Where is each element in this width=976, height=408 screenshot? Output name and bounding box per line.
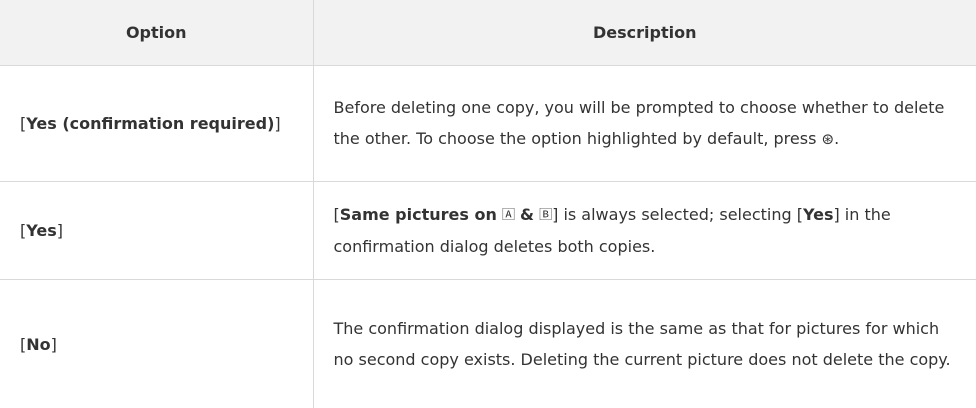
table-row: [Yes (confirmation required)] Before del… [0, 66, 976, 182]
table-row: [Yes] [Same pictures on 🄰 & 🄱] is always… [0, 182, 976, 280]
description-cell: Before deleting one copy, you will be pr… [313, 66, 976, 182]
option-yes: Yes [26, 221, 57, 240]
option-no: No [26, 335, 50, 354]
option-cell: [Yes] [0, 182, 313, 280]
description-text: Before deleting one copy, you will be pr… [334, 98, 945, 148]
ampersand: & [520, 205, 534, 224]
description-text: The confirmation dialog displayed is the… [334, 319, 951, 369]
header-option: Option [0, 0, 313, 66]
option-cell: [Yes (confirmation required)] [0, 66, 313, 182]
description-text: ] is always selected; selecting [ [552, 205, 803, 224]
table-row: [No] The confirmation dialog displayed i… [0, 280, 976, 408]
multi-selector-right-icon: ⊛ [822, 130, 835, 148]
header-description: Description [313, 0, 976, 66]
card-slot-2-icon: 🄱 [539, 200, 552, 231]
options-table: Option Description [Yes (confirmation re… [0, 0, 976, 408]
setting-reference: Same pictures on [340, 205, 497, 224]
option-cell: [No] [0, 280, 313, 408]
description-cell: The confirmation dialog displayed is the… [313, 280, 976, 408]
table-header-row: Option Description [0, 0, 976, 66]
yes-reference: Yes [803, 205, 834, 224]
option-yes-confirmation: Yes (confirmation required) [26, 114, 274, 133]
description-cell: [Same pictures on 🄰 & 🄱] is always selec… [313, 182, 976, 280]
description-text-end: . [834, 129, 839, 148]
card-slot-1-icon: 🄰 [502, 200, 515, 231]
